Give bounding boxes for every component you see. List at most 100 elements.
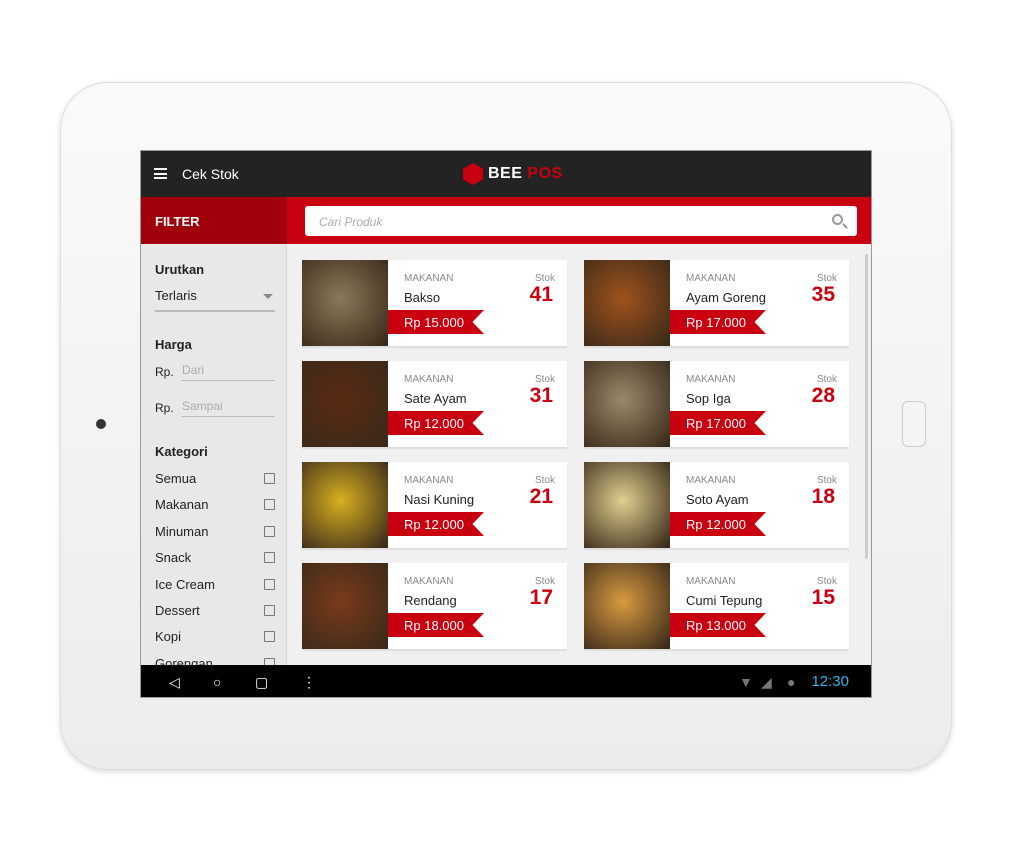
price-ribbon: Rp 17.000 [670, 411, 766, 435]
product-card[interactable]: MAKANAN Cumi Tepung Stok 15 Rp 13.000 [584, 563, 849, 649]
product-card[interactable]: MAKANAN Nasi Kuning Stok 21 Rp 12.000 [302, 462, 567, 548]
category-item[interactable]: Gorengan [155, 656, 275, 665]
product-image [302, 260, 388, 346]
checkbox[interactable] [264, 552, 275, 564]
product-card[interactable]: MAKANAN Ayam Goreng Stok 35 Rp 17.000 [584, 260, 849, 346]
home-hardware-button[interactable] [902, 401, 926, 447]
product-image [302, 361, 388, 447]
home-icon[interactable]: ○ [213, 674, 221, 690]
product-name: Nasi Kuning [404, 492, 475, 507]
sort-dropdown[interactable]: Terlaris [155, 288, 275, 312]
product-category: MAKANAN [686, 475, 736, 486]
sort-label: Urutkan [155, 262, 205, 277]
checkbox[interactable] [264, 473, 275, 484]
checkbox[interactable] [264, 525, 275, 537]
hamburger-icon[interactable] [154, 168, 167, 179]
product-card[interactable]: MAKANAN Sop Iga Stok 28 Rp 17.000 [584, 361, 849, 447]
product-image [584, 361, 670, 447]
page-title: Cek Stok [182, 166, 239, 182]
category-item[interactable]: Minuman [155, 524, 275, 539]
battery-icon: ● [787, 674, 796, 690]
product-category: MAKANAN [404, 374, 454, 385]
category-label: Semua [155, 471, 197, 486]
back-icon[interactable]: ◁ [169, 674, 180, 691]
stock-count: 18 [811, 485, 835, 508]
stock-count: 21 [529, 485, 553, 508]
price-from-input[interactable]: Dari [181, 359, 275, 381]
product-image [302, 563, 388, 649]
price-ribbon: Rp 17.000 [670, 310, 766, 334]
price-ribbon: Rp 12.000 [388, 411, 484, 435]
app-bar: Cek Stok BEE POS [141, 151, 871, 197]
price-ribbon: Rp 12.000 [670, 512, 766, 536]
overflow-menu-icon[interactable]: ⋮ [302, 674, 316, 691]
product-category: MAKANAN [686, 576, 736, 587]
recents-icon[interactable]: ▢ [255, 674, 268, 691]
wifi-icon: ▼ [739, 674, 753, 690]
scrollbar[interactable] [865, 254, 868, 559]
price-ribbon: Rp 12.000 [388, 512, 484, 536]
product-category: MAKANAN [404, 273, 454, 284]
category-item[interactable]: Snack [155, 550, 275, 565]
product-category: MAKANAN [686, 273, 736, 284]
checkbox[interactable] [264, 578, 275, 590]
product-image [584, 563, 670, 649]
category-item[interactable]: Ice Cream [155, 577, 275, 592]
currency-label: Rp. [155, 365, 174, 379]
logo-icon [463, 163, 483, 185]
category-label: Snack [155, 550, 192, 566]
product-image [584, 462, 670, 548]
checkbox[interactable] [264, 657, 275, 665]
search-icon[interactable] [832, 214, 843, 225]
checkbox[interactable] [264, 605, 275, 616]
product-name: Cumi Tepung [686, 593, 763, 608]
product-name: Ayam Goreng [686, 290, 766, 305]
stock-count: 15 [811, 586, 835, 609]
price-ribbon: Rp 15.000 [388, 310, 484, 334]
product-name: Bakso [404, 290, 441, 305]
product-name: Rendang [404, 593, 457, 608]
product-image [584, 260, 670, 346]
category-label: Minuman [155, 523, 209, 539]
product-category: MAKANAN [404, 475, 454, 486]
category-item[interactable]: Makanan [155, 497, 275, 512]
category-label: Ice Cream [155, 576, 215, 592]
category-item[interactable]: Semua [155, 471, 275, 486]
category-label: Makanan [155, 497, 209, 513]
product-name: Sate Ayam [404, 391, 467, 406]
category-label: Kopi [155, 629, 182, 645]
stock-count: 41 [529, 283, 553, 306]
search-input[interactable]: Cari Produk [305, 206, 857, 236]
stock-count: 17 [529, 586, 553, 609]
price-ribbon: Rp 13.000 [670, 613, 766, 637]
price-label: Harga [155, 337, 192, 352]
clock: 12:30 [811, 673, 849, 690]
product-card[interactable]: MAKANAN Sate Ayam Stok 31 Rp 12.000 [302, 361, 567, 447]
stock-count: 28 [811, 384, 835, 407]
signal-icon: ◢ [761, 674, 772, 690]
product-card[interactable]: MAKANAN Bakso Stok 41 Rp 15.000 [302, 260, 567, 346]
product-name: Soto Ayam [686, 492, 749, 507]
product-card[interactable]: MAKANAN Rendang Stok 17 Rp 18.000 [302, 563, 567, 649]
filter-header: FILTER [141, 197, 287, 244]
stock-count: 31 [529, 384, 553, 407]
logo: BEE POS [463, 163, 563, 185]
checkbox[interactable] [264, 631, 275, 643]
android-nav-bar: ◁ ○ ▢ ⋮ ▼ ◢ ● 12:30 [141, 665, 871, 697]
product-card[interactable]: MAKANAN Soto Ayam Stok 18 Rp 12.000 [584, 462, 849, 548]
category-item[interactable]: Dessert [155, 603, 275, 618]
price-to-input[interactable]: Sampai [181, 395, 275, 417]
price-ribbon: Rp 18.000 [388, 613, 484, 637]
category-label: Kategori [155, 444, 208, 459]
currency-label: Rp. [155, 401, 174, 415]
checkbox[interactable] [264, 499, 275, 511]
product-name: Sop Iga [686, 391, 731, 406]
screen: Cek Stok BEE POS FILTER Cari Produk Urutk… [140, 150, 872, 698]
search-placeholder: Cari Produk [319, 215, 383, 229]
filter-sidebar: Urutkan Terlaris Harga Rp. Dari Rp. Samp… [141, 244, 287, 665]
category-item[interactable]: Kopi [155, 629, 275, 644]
camera [96, 419, 106, 429]
stock-count: 35 [811, 283, 835, 306]
product-category: MAKANAN [686, 374, 736, 385]
product-category: MAKANAN [404, 576, 454, 587]
